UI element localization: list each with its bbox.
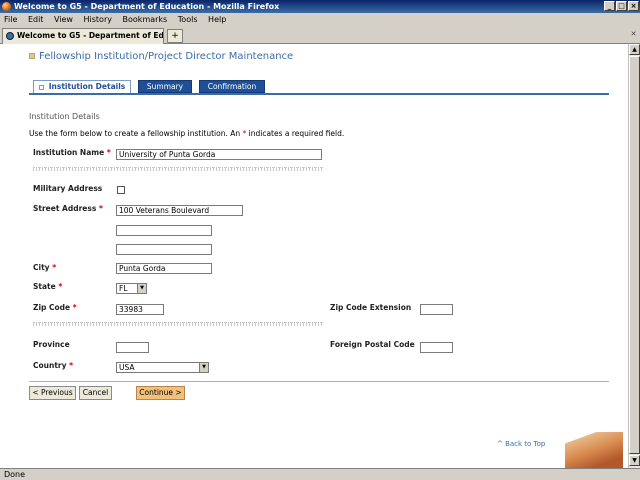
status-text: Done — [4, 470, 26, 479]
zip-code-input[interactable]: 33983 — [116, 304, 164, 315]
maximize-button[interactable]: □ — [616, 1, 627, 11]
scroll-down-icon[interactable]: ▼ — [629, 455, 640, 466]
required-marker: * — [98, 204, 103, 213]
state-label-text: State — [33, 282, 56, 291]
required-marker: * — [106, 148, 111, 157]
cancel-button[interactable]: Cancel — [79, 386, 112, 400]
country-select[interactable]: USA ▼ — [116, 362, 209, 373]
chevron-down-icon[interactable]: ▼ — [199, 363, 208, 372]
tab-summary[interactable]: Summary — [138, 80, 192, 93]
military-address-checkbox[interactable] — [117, 186, 125, 194]
minimize-button[interactable]: _ — [604, 1, 615, 11]
tab-close-icon[interactable]: ✕ — [629, 30, 638, 39]
window-title: Welcome to G5 - Department of Education … — [14, 2, 280, 11]
required-marker: * — [72, 303, 77, 312]
corner-decoration — [565, 432, 623, 468]
menu-bookmarks[interactable]: Bookmarks — [123, 13, 168, 26]
form-bottom-rule — [29, 381, 609, 382]
continue-button[interactable]: Continue > — [136, 386, 185, 400]
zip-extension-input[interactable] — [420, 304, 453, 315]
street-address-line2-input[interactable] — [116, 225, 212, 236]
country-select-value: USA — [119, 363, 135, 372]
browser-tab[interactable]: Welcome to G5 - Department of Edu... — [2, 28, 164, 44]
street-address-line3-input[interactable] — [116, 244, 212, 255]
city-label-text: City — [33, 263, 50, 272]
section-heading: Institution Details — [29, 112, 100, 121]
close-window-button[interactable]: × — [628, 1, 639, 11]
instructions-post: indicates a required field. — [246, 129, 345, 138]
scrollbar-thumb[interactable] — [629, 56, 640, 454]
required-marker: * — [69, 361, 74, 370]
state-label: State * — [33, 282, 62, 291]
menu-history[interactable]: History — [84, 13, 112, 26]
state-select-value: FL — [119, 284, 128, 293]
menu-view[interactable]: View — [54, 13, 73, 26]
field-separator — [33, 167, 323, 171]
city-label: City * — [33, 263, 56, 272]
menu-file[interactable]: File — [4, 13, 17, 26]
street-address-label-text: Street Address — [33, 204, 97, 213]
instructions-pre: Use the form below to create a fellowshi… — [29, 129, 243, 138]
province-label: Province — [33, 340, 70, 349]
firefox-icon — [2, 2, 11, 11]
military-address-label: Military Address — [33, 184, 103, 193]
status-bar: Done — [0, 468, 640, 480]
page-viewport: Fellowship Institution/Project Director … — [0, 44, 628, 468]
institution-name-label: Institution Name * — [33, 148, 111, 157]
title-bullet-icon — [29, 53, 35, 59]
street-address-label: Street Address * — [33, 204, 103, 213]
province-input[interactable] — [116, 342, 149, 353]
required-marker: * — [52, 263, 57, 272]
menu-tools[interactable]: Tools — [178, 13, 198, 26]
tab-underline — [29, 93, 609, 95]
window-title-bar: Welcome to G5 - Department of Education … — [0, 0, 640, 13]
chevron-down-icon[interactable]: ▼ — [137, 284, 146, 293]
zip-extension-label: Zip Code Extension — [330, 303, 412, 312]
zip-code-label: Zip Code * — [33, 303, 77, 312]
field-separator — [33, 322, 323, 326]
instructions-text: Use the form below to create a fellowshi… — [29, 129, 344, 138]
required-marker: * — [58, 282, 63, 291]
page-title: Fellowship Institution/Project Director … — [29, 51, 293, 62]
new-tab-button[interactable]: + — [167, 29, 183, 43]
institution-name-input[interactable]: University of Punta Gorda — [116, 149, 322, 160]
tab-institution-details[interactable]: Institution Details — [33, 80, 131, 94]
foreign-postal-code-input[interactable] — [420, 342, 453, 353]
browser-tab-label: Welcome to G5 - Department of Edu... — [17, 31, 164, 40]
previous-button[interactable]: < Previous — [29, 386, 76, 400]
institution-name-label-text: Institution Name — [33, 148, 105, 157]
country-label: Country * — [33, 361, 73, 370]
scroll-up-icon[interactable]: ▲ — [629, 44, 640, 55]
site-favicon-icon — [6, 32, 14, 40]
tab-institution-details-label: Institution Details — [48, 82, 126, 91]
menu-bar: File Edit View History Bookmarks Tools H… — [0, 13, 640, 26]
menu-edit[interactable]: Edit — [28, 13, 44, 26]
foreign-postal-code-label: Foreign Postal Code — [330, 340, 415, 349]
tab-confirmation[interactable]: Confirmation — [199, 80, 265, 93]
state-select[interactable]: FL ▼ — [116, 283, 147, 294]
tab-bullet-icon — [38, 84, 44, 90]
vertical-scrollbar[interactable]: ▲ ▼ — [628, 44, 640, 468]
menu-help[interactable]: Help — [208, 13, 226, 26]
city-input[interactable]: Punta Gorda — [116, 263, 212, 274]
back-to-top-link[interactable]: ^ Back to Top — [497, 440, 545, 448]
browser-tab-bar: Welcome to G5 - Department of Edu... + ✕ — [0, 26, 640, 44]
zip-code-label-text: Zip Code — [33, 303, 71, 312]
country-label-text: Country — [33, 361, 67, 370]
page-title-text: Fellowship Institution/Project Director … — [39, 51, 294, 62]
street-address-line1-input[interactable]: 100 Veterans Boulevard — [116, 205, 243, 216]
